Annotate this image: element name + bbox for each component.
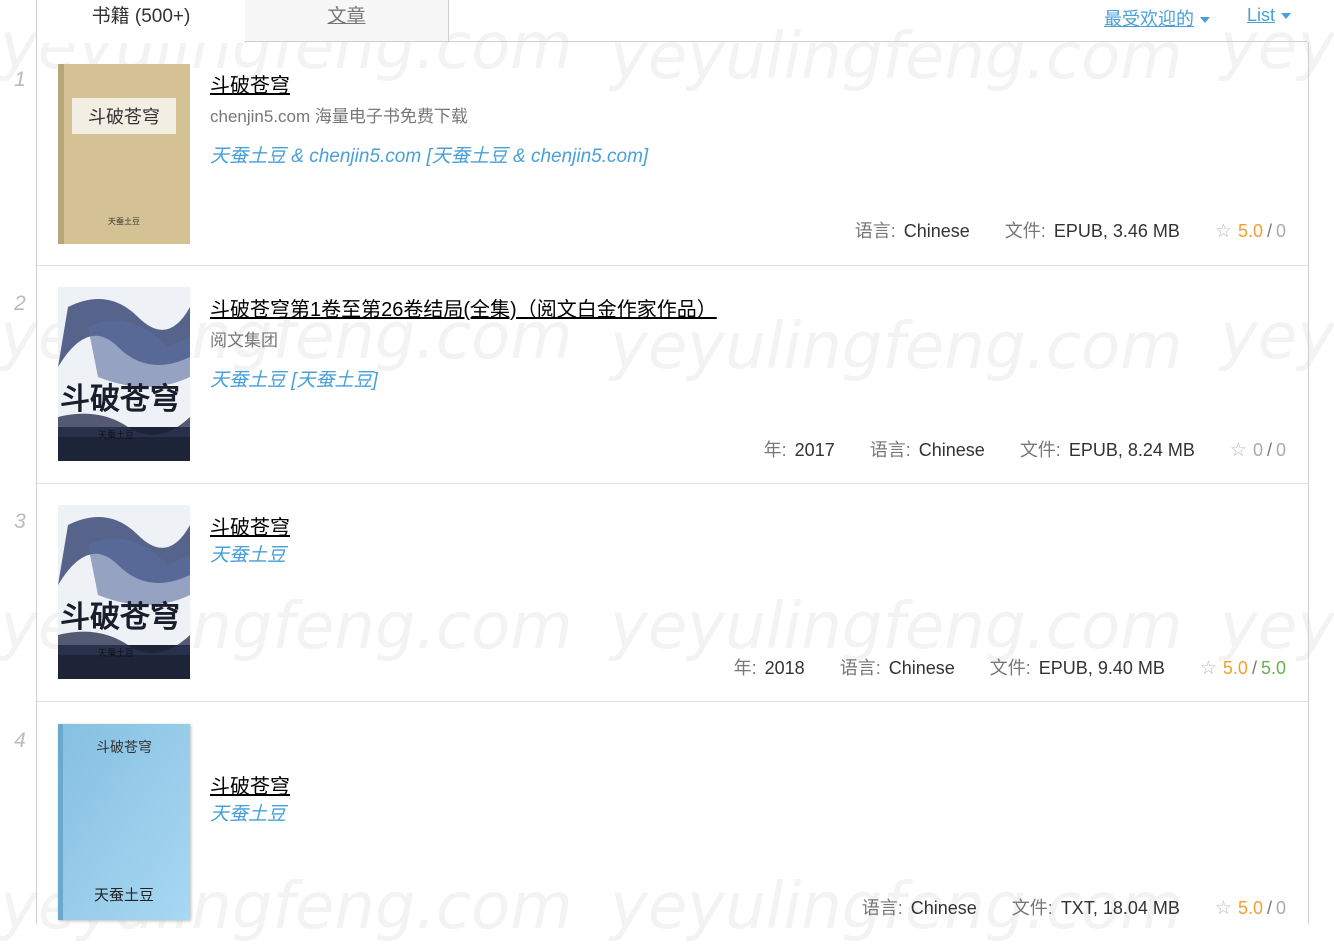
star-icon: ☆ [1229,440,1247,461]
language-field: 语言: Chinese [870,440,985,460]
rating-value: 5.0 [1237,898,1263,918]
language-label: 语言: [861,898,903,918]
book-meta: 年: 2018 语言: Chinese 文件: EPUB, 9.40 MB ☆ 5.0/… [734,654,1286,680]
language-field: 语言: Chinese [862,898,977,918]
file-field: 文件: EPUB, 3.46 MB [1005,221,1180,241]
quality-value: 5.0 [1260,658,1286,678]
book-title-link[interactable]: 斗破苍穹第1卷至第26卷结局(全集)（阅文白金作家作品） [210,293,717,322]
cover-title: 斗破苍穹 [60,382,180,417]
book-title-link[interactable]: 斗破苍穹 [210,770,290,799]
cover-title: 斗破苍穹 [60,600,180,635]
year-value: 2017 [794,440,835,460]
language-value: Chinese [918,440,985,460]
tab-bar: 书籍 (500+) 文章 最受欢迎的 List [0,0,1334,43]
caret-down-icon [1200,17,1210,24]
language-value: Chinese [910,898,977,918]
row-number: 1 [14,68,26,91]
language-label: 语言: [869,440,911,460]
cover-author: 天蚕土豆 [98,647,134,659]
row-number: 4 [14,729,26,752]
file-label: 文件: [1011,898,1053,918]
book-row: 2 斗破苍穹 天蚕土豆 斗破苍穹第1卷至第26卷结局(全集)（阅文白金作家作品）… [14,266,1308,484]
file-value: EPUB, 3.46 MB [1053,221,1180,241]
book-cover[interactable]: 斗破苍穹 天蚕土豆 [58,64,190,244]
cover-image: 斗破苍穹 天蚕土豆 [58,287,190,461]
file-field: 文件: EPUB, 8.24 MB [1020,440,1195,460]
row-number: 3 [14,510,26,533]
tab-books[interactable]: 书籍 (500+) [36,0,246,43]
rating-value: 0 [1252,440,1263,460]
rating-value: 5.0 [1222,658,1248,678]
cover-image: 斗破苍穹 天蚕土豆 [58,505,190,679]
file-label: 文件: [1019,440,1061,460]
quality-value: 0 [1275,898,1286,918]
cover-author: 天蚕土豆 [98,429,134,441]
book-publisher: 阅文集团 [210,331,278,350]
book-authors-link[interactable]: 天蚕土豆 [天蚕土豆] [210,365,378,392]
book-cover[interactable]: 斗破苍穹 天蚕土豆 [58,287,190,461]
tab-articles[interactable]: 文章 [245,0,449,42]
sort-popular-label: 最受欢迎的 [1104,9,1194,29]
quality-value: 0 [1275,440,1286,460]
book-title-link[interactable]: 斗破苍穹 [210,69,290,98]
rating-field: ☆ 5.0/5.0 [1199,658,1286,679]
book-list: 1 斗破苍穹 天蚕土豆 斗破苍穹 chenjin5.com 海量电子书免费下载 … [14,42,1309,924]
book-cover[interactable]: 斗破苍穹 天蚕土豆 [58,505,190,679]
file-value: EPUB, 9.40 MB [1038,658,1165,678]
book-row: 1 斗破苍穹 天蚕土豆 斗破苍穹 chenjin5.com 海量电子书免费下载 … [14,42,1308,266]
language-label: 语言: [839,658,881,678]
star-icon: ☆ [1214,221,1232,242]
year-label: 年: [763,440,787,460]
book-title-link[interactable]: 斗破苍穹 [210,511,290,540]
rating-field: ☆ 0/0 [1229,440,1286,461]
language-value: Chinese [888,658,955,678]
view-mode-label: List [1247,5,1276,25]
cover-author: 天蚕土豆 [108,216,140,226]
file-field: 文件: EPUB, 9.40 MB [990,658,1165,678]
book-authors-link[interactable]: 天蚕土豆 [210,540,286,567]
cover-title: 斗破苍穹 [88,107,160,128]
book-authors-link[interactable]: 天蚕土豆 & chenjin5.com [天蚕土豆 & chenjin5.com… [210,141,648,168]
file-label: 文件: [989,658,1031,678]
language-label: 语言: [854,221,896,241]
caret-down-icon [1281,13,1292,20]
book-meta: 年: 2017 语言: Chinese 文件: EPUB, 8.24 MB ☆ 0/0 [764,436,1286,462]
file-value: TXT, 18.04 MB [1060,898,1180,918]
language-field: 语言: Chinese [855,221,970,241]
file-field: 文件: TXT, 18.04 MB [1012,898,1180,918]
book-row: 4 斗破苍穹 天蚕土豆 斗破苍穹 天蚕土豆 语言: Chinese 文件: TXT,… [14,702,1308,924]
cover-title: 斗破苍穹 [96,740,152,756]
star-icon: ☆ [1214,898,1232,919]
cover-image: 斗破苍穹 天蚕土豆 [58,64,190,244]
file-label: 文件: [1004,221,1046,241]
file-value: EPUB, 8.24 MB [1068,440,1195,460]
sort-popular-dropdown[interactable]: 最受欢迎的 [1104,5,1210,31]
year-value: 2018 [764,658,805,678]
star-icon: ☆ [1199,658,1217,679]
book-row: 3 斗破苍穹 天蚕土豆 斗破苍穹 天蚕土豆 年: 2018 语言: Chinese … [14,484,1308,702]
rating-field: ☆ 5.0/0 [1214,221,1286,242]
book-authors-link[interactable]: 天蚕土豆 [210,799,286,826]
year-field: 年: 2018 [734,658,805,678]
year-field: 年: 2017 [764,440,835,460]
view-mode-dropdown[interactable]: List [1247,5,1292,26]
book-meta: 语言: Chinese 文件: EPUB, 3.46 MB ☆ 5.0/0 [855,217,1286,243]
language-field: 语言: Chinese [840,658,955,678]
cover-image: 斗破苍穹 天蚕土豆 [58,724,190,920]
book-cover[interactable]: 斗破苍穹 天蚕土豆 [58,724,190,920]
book-meta: 语言: Chinese 文件: TXT, 18.04 MB ☆ 5.0/0 [862,894,1286,920]
tab-articles-label: 文章 [327,6,366,27]
cover-author: 天蚕土豆 [94,886,154,904]
language-value: Chinese [903,221,970,241]
rating-value: 5.0 [1237,221,1263,241]
year-label: 年: [733,658,757,678]
quality-value: 0 [1275,221,1286,241]
rating-field: ☆ 5.0/0 [1214,898,1286,919]
book-publisher: chenjin5.com 海量电子书免费下载 [210,107,468,126]
row-number: 2 [14,292,26,315]
